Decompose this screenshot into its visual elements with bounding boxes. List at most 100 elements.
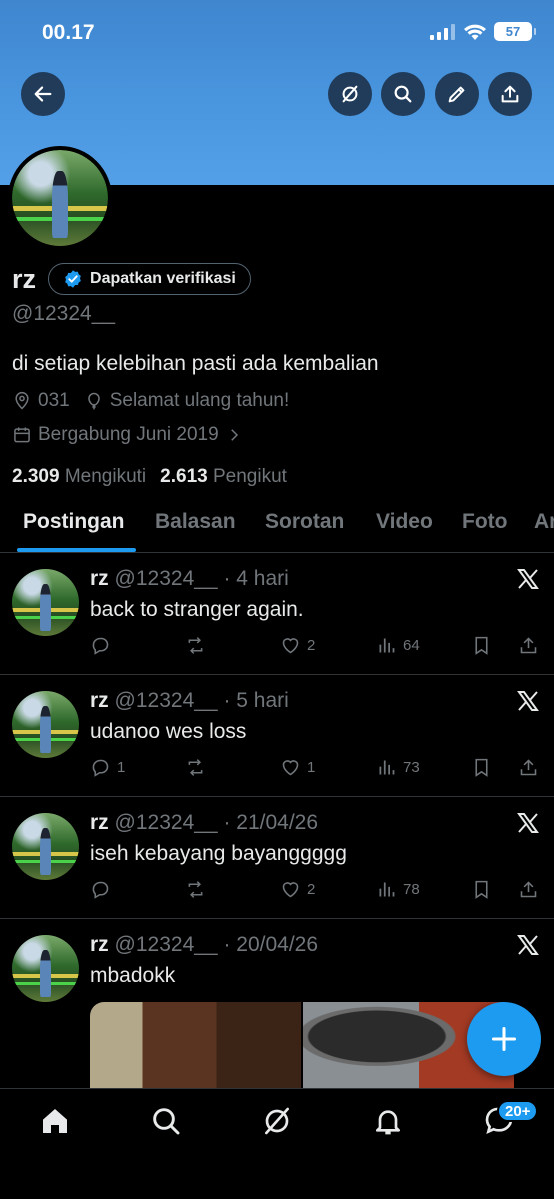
post-time: · 5 hari — [223, 689, 289, 712]
compose-post-button[interactable] — [467, 1002, 541, 1076]
repost-icon — [188, 637, 203, 654]
post-author-handle: @12324__ — [114, 689, 218, 712]
views-button[interactable]: 73 — [376, 757, 420, 778]
bookmark-button[interactable] — [471, 879, 492, 900]
share-icon — [520, 881, 537, 898]
post-author-name[interactable]: rz — [90, 567, 109, 590]
back-button[interactable] — [21, 72, 65, 116]
get-verified-button[interactable]: Dapatkan verifikasi — [48, 263, 251, 295]
bookmark-button[interactable] — [471, 757, 492, 778]
tab-video[interactable]: Video — [376, 510, 433, 534]
repost-button[interactable] — [185, 879, 206, 900]
reply-button[interactable]: 1 — [90, 757, 125, 778]
post-avatar[interactable] — [12, 935, 79, 1002]
plus-icon — [491, 1026, 517, 1052]
post-media[interactable] — [90, 1002, 514, 1088]
heart-icon — [282, 638, 299, 654]
grok-icon — [342, 85, 358, 103]
home-icon — [43, 1109, 67, 1133]
share-post-button[interactable] — [518, 635, 539, 656]
tab-posts[interactable]: Postingan — [23, 510, 125, 534]
x-logo-icon[interactable] — [516, 689, 540, 713]
post-author-name[interactable]: rz — [90, 689, 109, 712]
x-logo-icon[interactable] — [516, 567, 540, 591]
location: 031 — [12, 390, 70, 412]
bell-icon — [376, 1110, 400, 1135]
post-text: iseh kebayang bayanggggg — [90, 842, 347, 865]
nav-notifications[interactable] — [372, 1105, 404, 1137]
post-avatar[interactable] — [12, 691, 79, 758]
post-text: udanoo wes loss — [90, 720, 247, 743]
joined-date[interactable]: Bergabung Juni 2019 — [12, 424, 243, 446]
joined-text: Bergabung Juni 2019 — [38, 424, 219, 445]
like-count: 2 — [307, 881, 316, 898]
profile-bio: di setiap kelebihan pasti ada kembalian — [12, 352, 379, 375]
share-post-button[interactable] — [518, 757, 539, 778]
reply-button[interactable] — [90, 635, 117, 656]
post-time: · 20/04/26 — [223, 933, 319, 956]
get-verified-label: Dapatkan verifikasi — [90, 270, 236, 287]
like-button[interactable]: 2 — [280, 879, 315, 900]
profile-tabs: Postingan Balasan Sorotan Video Foto Ar — [0, 500, 554, 553]
following-link[interactable]: 2.309 Mengikuti — [12, 466, 146, 488]
post-author-handle: @12324__ — [114, 567, 218, 590]
post-item[interactable]: rz @12324__ · 4 hari back to stranger ag… — [0, 553, 554, 675]
post-author-name[interactable]: rz — [90, 933, 109, 956]
status-time: 00.17 — [42, 21, 95, 44]
nav-grok[interactable] — [261, 1105, 293, 1137]
nav-home[interactable] — [39, 1105, 71, 1137]
views-button[interactable]: 78 — [376, 879, 420, 900]
search-icon — [394, 85, 412, 103]
calendar-icon — [14, 427, 30, 443]
view-count: 73 — [403, 759, 420, 776]
active-tab-indicator — [17, 548, 136, 552]
wifi-icon — [464, 24, 486, 40]
following-count: 2.309 — [12, 466, 60, 487]
tab-replies[interactable]: Balasan — [155, 510, 236, 534]
edit-icon — [448, 86, 465, 103]
tab-highlights[interactable]: Sorotan — [265, 510, 344, 534]
views-chart-icon — [379, 638, 395, 653]
post-avatar[interactable] — [12, 813, 79, 880]
bookmark-icon — [475, 880, 488, 899]
tab-photos[interactable]: Foto — [462, 510, 507, 534]
balloon-icon — [87, 392, 100, 410]
like-count: 2 — [307, 637, 316, 654]
reply-icon — [92, 637, 109, 655]
profile-info: rz Dapatkan verifikasi @12324__ di setia… — [12, 262, 542, 488]
search-button[interactable] — [381, 72, 425, 116]
chevron-right-icon — [230, 429, 238, 441]
location-pin-icon — [15, 391, 29, 410]
repost-icon — [188, 759, 203, 776]
post-text: back to stranger again. — [90, 598, 304, 621]
followers-link[interactable]: 2.613 Pengikut — [160, 466, 287, 488]
x-logo-icon[interactable] — [516, 811, 540, 835]
edit-profile-button[interactable] — [435, 72, 479, 116]
x-logo-icon[interactable] — [516, 933, 540, 957]
views-chart-icon — [379, 760, 395, 775]
share-button[interactable] — [488, 72, 532, 116]
reply-button[interactable] — [90, 879, 117, 900]
post-item[interactable]: rz @12324__ · 5 hari udanoo wes loss 1 1… — [0, 675, 554, 797]
like-button[interactable]: 2 — [280, 635, 315, 656]
post-author-name[interactable]: rz — [90, 811, 109, 834]
post-text: mbadokk — [90, 964, 176, 987]
profile-avatar[interactable] — [8, 146, 112, 250]
share-post-button[interactable] — [518, 879, 539, 900]
bookmark-button[interactable] — [471, 635, 492, 656]
post-author-handle: @12324__ — [114, 811, 218, 834]
repost-icon — [188, 881, 203, 898]
repost-button[interactable] — [185, 757, 206, 778]
post-item[interactable]: rz @12324__ · 21/04/26 iseh kebayang bay… — [0, 797, 554, 919]
post-avatar[interactable] — [12, 569, 79, 636]
nav-explore[interactable] — [150, 1105, 182, 1137]
repost-button[interactable] — [185, 635, 206, 656]
post-time: · 4 hari — [223, 567, 289, 590]
like-button[interactable]: 1 — [280, 757, 315, 778]
share-icon — [520, 759, 537, 776]
views-button[interactable]: 64 — [376, 635, 420, 656]
system-icons: 57 — [430, 22, 536, 41]
post-photo[interactable] — [90, 1002, 301, 1088]
grok-button[interactable] — [328, 72, 372, 116]
tab-articles[interactable]: Ar — [534, 510, 554, 534]
